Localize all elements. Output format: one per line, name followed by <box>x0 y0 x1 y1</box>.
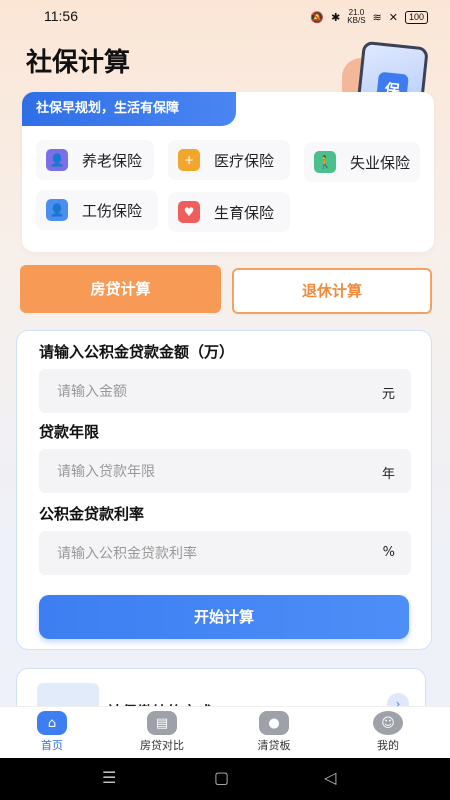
insurance-item-pension[interactable]: 👤 养老保险 <box>36 140 154 180</box>
net-speed-unit: KB/S <box>347 16 366 25</box>
rate-placeholder: 请输入公积金贷款利率 <box>57 546 197 562</box>
menu-icon[interactable]: ☰ <box>102 768 116 787</box>
insurance-item-label: 生育保险 <box>214 203 275 222</box>
birth-icon: ♥ <box>178 201 200 223</box>
insurance-item-label: 工伤保险 <box>82 201 143 220</box>
walking-person-icon: 🚶 <box>314 151 336 173</box>
tab-compare-label: 房贷对比 <box>140 739 184 752</box>
rate-input[interactable]: 请输入公积金贷款利率 % <box>39 531 411 575</box>
tab-mortgage-calc[interactable]: 房贷计算 <box>20 265 221 313</box>
tab-profile-label: 我的 <box>377 739 399 752</box>
bluetooth-icon: ✱ <box>331 11 341 24</box>
years-unit: 年 <box>381 467 395 482</box>
tab-home-label: 首页 <box>41 739 63 752</box>
status-time: 11:56 <box>44 8 78 24</box>
wifi-icon: ≋ <box>372 11 382 24</box>
amount-label: 请输入公积金贷款金额（万） <box>39 343 235 361</box>
rate-unit: % <box>382 545 395 560</box>
insurance-item-unemployment[interactable]: 🚶 失业保险 <box>304 142 420 182</box>
insurance-item-medical[interactable]: + 医疗保险 <box>168 140 290 180</box>
system-nav-bar: ☰ ▢ ◁ <box>0 758 450 800</box>
home-icon: ⌂ <box>37 711 67 735</box>
start-calc-button[interactable]: 开始计算 <box>39 595 409 639</box>
insurance-banner: 社保早规划，生活有保障 <box>22 92 236 126</box>
tab-profile[interactable]: ☺ 我的 <box>348 711 428 753</box>
tab-loan-label: 清贷板 <box>257 739 291 752</box>
years-label: 贷款年限 <box>39 423 100 441</box>
profile-icon: ☺ <box>373 711 403 735</box>
insurance-item-label: 养老保险 <box>82 151 143 170</box>
medical-kit-icon: + <box>178 149 200 171</box>
injured-person-icon: 👤 <box>46 199 68 221</box>
insurance-item-label: 失业保险 <box>350 153 411 172</box>
tab-loan-board[interactable]: ● 清贷板 <box>234 711 314 753</box>
bottom-tab-bar: ⌂ 首页 ▤ 房贷对比 ● 清贷板 ☺ 我的 <box>0 706 450 758</box>
home-square-icon[interactable]: ▢ <box>214 768 229 787</box>
mute-icon: 🔕 <box>310 11 325 24</box>
money-bag-icon: ● <box>259 711 289 735</box>
compare-icon: ▤ <box>147 711 177 735</box>
net-speed: 21.0 KB/S <box>347 9 365 25</box>
insurance-item-label: 医疗保险 <box>214 151 275 170</box>
insurance-card: 社保早规划，生活有保障 👤 养老保险 + 医疗保险 🚶 失业保险 👤 工伤保险 … <box>22 92 434 252</box>
insurance-item-injury[interactable]: 👤 工伤保险 <box>36 190 158 230</box>
insurance-item-maternity[interactable]: ♥ 生育保险 <box>168 192 290 232</box>
elder-icon: 👤 <box>46 149 68 171</box>
tab-home[interactable]: ⌂ 首页 <box>12 711 92 753</box>
amount-placeholder: 请输入金额 <box>57 384 127 400</box>
years-input[interactable]: 请输入贷款年限 年 <box>39 449 411 493</box>
battery-icon: 100 <box>404 10 428 24</box>
rate-label: 公积金贷款利率 <box>39 505 145 523</box>
loan-form-card: 请输入公积金贷款金额（万） 请输入金额 元 贷款年限 请输入贷款年限 年 公积金… <box>16 330 432 650</box>
amount-unit: 元 <box>381 387 395 402</box>
tab-mortgage-compare[interactable]: ▤ 房贷对比 <box>122 711 202 753</box>
page-title: 社保计算 <box>26 48 131 78</box>
tab-retirement-calc[interactable]: 退休计算 <box>232 268 432 314</box>
years-placeholder: 请输入贷款年限 <box>57 464 155 480</box>
amount-input[interactable]: 请输入金额 元 <box>39 369 411 413</box>
back-icon[interactable]: ◁ <box>324 768 336 787</box>
signal-icon: ✕ <box>388 11 398 24</box>
status-bar: 11:56 🔕 ✱ 21.0 KB/S ≋ ✕ 100 <box>0 0 450 34</box>
status-icons: 🔕 ✱ 21.0 KB/S ≋ ✕ 100 <box>310 9 428 25</box>
